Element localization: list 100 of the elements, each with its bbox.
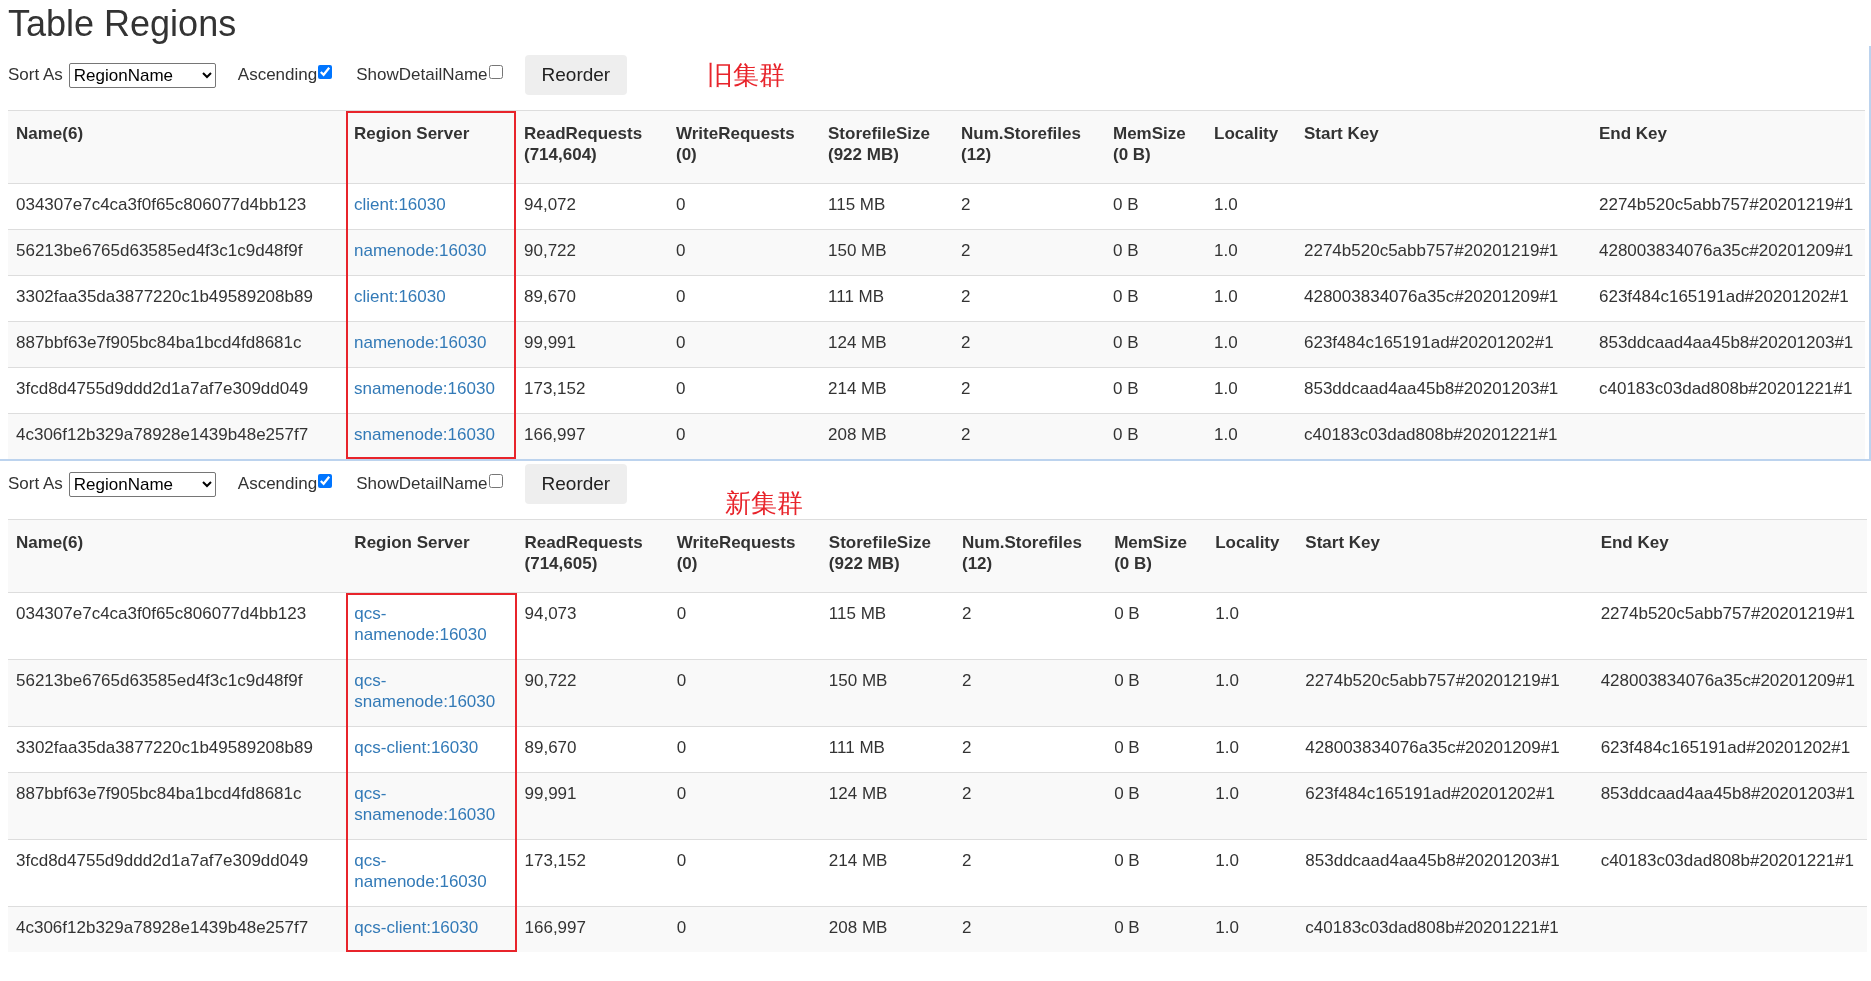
table-cell: 0 B: [1114, 918, 1140, 937]
reorder-button[interactable]: Reorder: [524, 464, 628, 504]
table-cell: 0: [676, 738, 687, 757]
table-cell: 0: [676, 784, 687, 803]
table-cell: 4c306f12b329a78928e1439b48e257f7: [16, 918, 309, 937]
table-cell: 2: [961, 379, 971, 398]
table-cell: c40183c03dad808b#20201221#1: [1599, 379, 1853, 398]
table-cell: 1.0: [1215, 671, 1239, 690]
table-cell: 124 MB: [828, 333, 887, 352]
table-cell: 1.0: [1215, 918, 1239, 937]
server-link[interactable]: snamenode:16030: [354, 378, 514, 399]
column-header: End Key: [1600, 533, 1669, 552]
table-cell: 853ddcaad4aa45b8#20201203#1: [1599, 333, 1854, 352]
column-header: MemSize (0 B): [1113, 124, 1186, 164]
table-cell: 1.0: [1215, 784, 1239, 803]
column-header: Locality: [1215, 533, 1280, 552]
server-link[interactable]: qcs-client:16030: [354, 737, 515, 758]
table-cell: 111 MB: [828, 738, 885, 757]
table-cell: 3fcd8d4755d9ddd2d1a7af7e309dd049: [16, 851, 309, 870]
table-cell: 428003834076a35c#20201209#1: [1305, 738, 1560, 757]
table-cell: 0: [676, 241, 686, 260]
table-cell: 89,670: [524, 287, 576, 306]
table-cell: 428003834076a35c#20201209#1: [1600, 671, 1855, 690]
column-header: Num.Storefiles (12): [962, 533, 1082, 573]
checkbox-label: ShowDetailName: [356, 65, 488, 85]
table-cell: 0 B: [1113, 241, 1139, 260]
checkbox-label: Ascending: [237, 65, 318, 85]
column-header: Name(6): [16, 533, 84, 552]
table-cell: 0 B: [1113, 425, 1139, 444]
table-cell: 2: [961, 425, 971, 444]
column-header: WriteRequests (0): [676, 124, 795, 164]
table-cell: 0 B: [1114, 784, 1140, 803]
table-cell: 99,991: [524, 784, 577, 803]
page-title: Table Regions: [8, 2, 237, 46]
table-cell: 0 B: [1114, 851, 1140, 870]
table-cell: 428003834076a35c#20201209#1: [1304, 287, 1559, 306]
table-cell: 3fcd8d4755d9ddd2d1a7af7e309dd049: [16, 379, 309, 398]
table-cell: 1.0: [1214, 425, 1238, 444]
sort-label: Sort As: [8, 474, 63, 494]
table-cell: 0: [676, 851, 687, 870]
table-cell: 2: [961, 241, 971, 260]
table-cell: 2274b520c5abb757#20201219#1: [1305, 671, 1560, 690]
table-cell: 1.0: [1215, 604, 1239, 623]
table-cell: 1.0: [1214, 241, 1238, 260]
server-link[interactable]: client:16030: [354, 286, 514, 307]
column-header: MemSize (0 B): [1114, 533, 1187, 573]
table-cell: 2274b520c5abb757#20201219#1: [1304, 241, 1559, 260]
table-cell: 034307e7c4ca3f0f65c806077d4bb123: [16, 195, 307, 214]
sort-select[interactable]: RegionName: [68, 62, 216, 88]
table-cell: 173,152: [524, 379, 586, 398]
checkbox[interactable]: [488, 65, 503, 79]
checkbox[interactable]: [488, 474, 503, 488]
server-link[interactable]: qcs-namenode:16030: [354, 603, 515, 645]
table-cell: 0 B: [1113, 333, 1139, 352]
table-cell: 166,997: [524, 918, 586, 937]
table-cell: 124 MB: [828, 784, 888, 803]
column-header: ReadRequests (714,604): [524, 124, 643, 164]
server-link[interactable]: qcs-namenode:16030: [354, 850, 515, 892]
column-header: Region Server: [354, 124, 470, 143]
table-cell: 2: [962, 738, 972, 757]
table-cell: 1.0: [1215, 738, 1239, 757]
table-cell: 623f484c165191ad#20201202#1: [1599, 287, 1849, 306]
annotation-label: 旧集群: [707, 58, 786, 92]
table-cell: 111 MB: [828, 287, 885, 306]
table-cell: 2: [962, 784, 972, 803]
table-cell: c40183c03dad808b#20201221#1: [1304, 425, 1558, 444]
table-cell: 428003834076a35c#20201209#1: [1599, 241, 1854, 260]
table-cell: 90,722: [524, 671, 577, 690]
table-cell: 115 MB: [828, 195, 886, 214]
table-cell: 1.0: [1214, 287, 1238, 306]
table-cell: 2: [962, 604, 972, 623]
table-cell: 166,997: [524, 425, 586, 444]
table-cell: 99,991: [524, 333, 576, 352]
table-cell: 0 B: [1114, 738, 1140, 757]
table-cell: 2: [961, 195, 971, 214]
column-header: StorefileSize (922 MB): [828, 124, 931, 164]
table-cell: 623f484c165191ad#20201202#1: [1600, 738, 1851, 757]
table-cell: 4c306f12b329a78928e1439b48e257f7: [16, 425, 309, 444]
table-cell: 887bbf63e7f905bc84ba1bcd4fd8681c: [16, 784, 302, 803]
table-cell: 2: [961, 333, 971, 352]
table-cell: 0: [676, 379, 686, 398]
checkbox[interactable]: [318, 474, 333, 488]
table-cell: 853ddcaad4aa45b8#20201203#1: [1305, 851, 1560, 870]
table-cell: 034307e7c4ca3f0f65c806077d4bb123: [16, 604, 307, 623]
reorder-button[interactable]: Reorder: [524, 55, 628, 95]
table-cell: 56213be6765d63585ed4f3c1c9d48f9f: [16, 241, 303, 260]
checkbox-label: Ascending: [237, 474, 318, 494]
table-cell: 208 MB: [828, 425, 887, 444]
checkbox[interactable]: [318, 65, 333, 79]
table-cell: 94,073: [524, 604, 577, 623]
table-cell: 0 B: [1114, 604, 1140, 623]
checkbox-label: ShowDetailName: [356, 474, 488, 494]
column-header: ReadRequests (714,605): [524, 533, 643, 573]
table-cell: 853ddcaad4aa45b8#20201203#1: [1600, 784, 1855, 803]
sort-select[interactable]: RegionName: [68, 471, 216, 497]
server-link[interactable]: client:16030: [354, 194, 514, 215]
column-header: WriteRequests (0): [676, 533, 796, 573]
table-cell: 853ddcaad4aa45b8#20201203#1: [1304, 379, 1559, 398]
table-cell: 0: [676, 671, 687, 690]
table-cell: 0: [676, 287, 686, 306]
